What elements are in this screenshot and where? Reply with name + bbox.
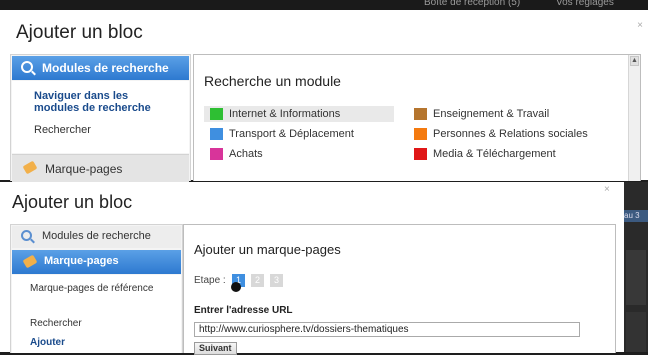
background-page: au 3 (624, 182, 648, 352)
top-bar: Boîte de réception (5) Vos réglages (0, 0, 648, 10)
category-internet[interactable]: Internet & Informations (204, 106, 394, 122)
step-label: Etape : (194, 275, 226, 286)
category-label: Transport & Déplacement (229, 128, 354, 140)
search-icon (21, 230, 32, 241)
category-shopping[interactable]: Achats (210, 146, 400, 162)
category-transport[interactable]: Transport & Déplacement (210, 126, 400, 142)
submenu-item-reference-bookmarks[interactable]: Marque-pages de référence (30, 283, 160, 295)
add-block-dialog-search: Ajouter un bloc × Modules de recherche M… (0, 10, 648, 182)
scroll-up-icon[interactable]: ▲ (630, 56, 639, 66)
search-icon (21, 61, 33, 73)
sidebar-item-search-modules[interactable]: Modules de recherche (12, 226, 181, 248)
sidebar-item-bookmarks[interactable]: Marque-pages (12, 250, 181, 274)
submenu: Marque-pages de référence Rechercher Ajo… (12, 275, 181, 353)
inbox-link[interactable]: Boîte de réception (5) (424, 0, 520, 8)
submenu-item-browse-modules[interactable]: Naviguer dans les modules de recherche (34, 90, 174, 114)
background-block (626, 312, 646, 352)
next-button[interactable]: Suivant (194, 342, 237, 355)
close-icon[interactable]: × (637, 20, 643, 31)
scrollbar[interactable]: ▲ (628, 55, 640, 181)
tag-icon (22, 160, 38, 175)
step-2: 2 (251, 274, 264, 287)
sidebar-item-label: Marque-pages (45, 162, 123, 176)
sidebar-item-search-modules[interactable]: Modules de recherche (12, 56, 189, 80)
submenu-item-add[interactable]: Ajouter (30, 337, 65, 348)
category-label: Enseignement & Travail (433, 108, 550, 120)
dialog-title: Ajouter un bloc (16, 22, 143, 43)
cursor-icon (231, 282, 241, 292)
category-color-swatch (414, 108, 427, 120)
category-color-swatch (210, 128, 223, 140)
sidebar: Modules de recherche Marque-pages Marque… (10, 224, 183, 353)
close-icon[interactable]: × (604, 184, 610, 195)
category-color-swatch (414, 128, 427, 140)
sidebar: Modules de recherche Marque-pages (10, 54, 191, 182)
category-label: Media & Téléchargement (433, 148, 556, 160)
step-3: 3 (270, 274, 283, 287)
sidebar-item-label: Marque-pages (44, 255, 119, 267)
category-media[interactable]: Media & Téléchargement (414, 146, 614, 162)
sidebar-item-label: Modules de recherche (42, 230, 151, 242)
submenu-item-search[interactable]: Rechercher (34, 124, 91, 136)
category-color-swatch (414, 148, 427, 160)
category-social[interactable]: Personnes & Relations sociales (414, 126, 624, 142)
add-bookmark-form: Ajouter un marque-pages Etape : 1 2 3 En… (183, 224, 616, 355)
url-input[interactable] (194, 322, 580, 337)
category-label: Achats (229, 148, 263, 160)
add-block-dialog-bookmarks: Ajouter un bloc × Modules de recherche M… (0, 182, 624, 355)
category-label: Internet & Informations (229, 108, 341, 120)
category-education[interactable]: Enseignement & Travail (414, 106, 614, 122)
category-color-swatch (210, 108, 223, 120)
content-heading: Recherche un module (204, 73, 341, 89)
tag-icon (22, 254, 38, 269)
submenu-item-search[interactable]: Rechercher (30, 318, 82, 329)
background-tab: au 3 (624, 210, 648, 222)
content-heading: Ajouter un marque-pages (194, 242, 341, 257)
category-color-swatch (210, 148, 223, 160)
settings-link[interactable]: Vos réglages (556, 0, 614, 8)
sidebar-item-label: Modules de recherche (42, 61, 169, 75)
url-label: Entrer l'adresse URL (194, 305, 293, 316)
category-label: Personnes & Relations sociales (433, 128, 588, 140)
dialog-title: Ajouter un bloc (12, 192, 133, 212)
sidebar-item-bookmarks[interactable]: Marque-pages (12, 154, 189, 182)
background-block (626, 250, 646, 305)
module-browser: Recherche un module Internet & Informati… (193, 54, 641, 181)
